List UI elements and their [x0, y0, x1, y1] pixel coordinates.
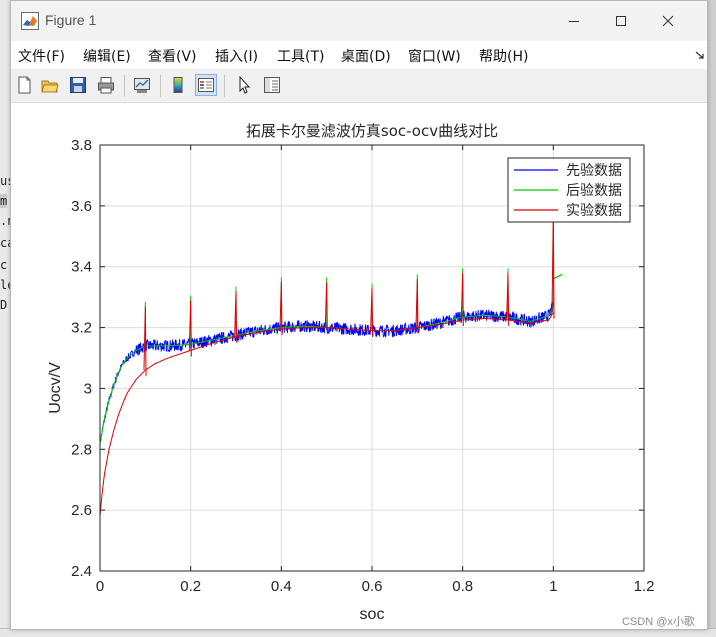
x-tick-label: 1.2: [634, 578, 655, 595]
chart-title: 拓展卡尔曼滤波仿真soc-ocv曲线对比: [246, 122, 498, 140]
y-tick-label: 2.4: [71, 563, 92, 580]
y-tick-label: 3.8: [71, 137, 92, 154]
legend-label: 先验数据: [566, 163, 622, 179]
y-tick-label: 3.4: [71, 259, 92, 276]
x-tick-label: 0: [96, 578, 104, 595]
legend-box: 先验数据后验数据实验数据: [507, 157, 631, 223]
background-app-strip: [0, 0, 10, 636]
chart-svg: 0 0.2 0.4 0.6 0.8 1 1.2 2.4 2.6 2.8 3 3.2 3.4 3.6 3.8 拓…: [47, 122, 655, 623]
figure-window: Figure 1 文件(F) 编辑(E) 查看(V) 插入(I) 工具(T) 桌…: [10, 0, 708, 630]
x-tick-label: 0.6: [362, 578, 383, 595]
y-tick-label: 2.8: [71, 441, 92, 458]
x-tick-label: 0.2: [180, 578, 201, 595]
figure-canvas: 0 0.2 0.4 0.6 0.8 1 1.2 2.4 2.6 2.8 3 3.2 3.4 3.6 3.8 拓…: [11, 103, 707, 629]
x-tick-label: 0.4: [271, 578, 292, 595]
watermark: CSDN @x小歌: [622, 616, 695, 628]
x-axis-label: soc: [360, 606, 385, 623]
y-tick-label: 3: [84, 380, 92, 397]
x-tick-label: 1: [549, 578, 557, 595]
background-text-fragment: m: [0, 194, 8, 208]
legend-label: 实验数据: [566, 203, 622, 219]
y-tick-label: 3.2: [71, 320, 92, 337]
legend-label: 后验数据: [566, 183, 622, 199]
y-tick-label: 3.6: [71, 198, 92, 215]
y-tick-label: 2.6: [71, 502, 92, 519]
x-tick-label: 0.8: [452, 578, 473, 595]
background-text-fragment: D: [0, 298, 8, 312]
y-axis-label: Uocv/V: [47, 362, 64, 414]
